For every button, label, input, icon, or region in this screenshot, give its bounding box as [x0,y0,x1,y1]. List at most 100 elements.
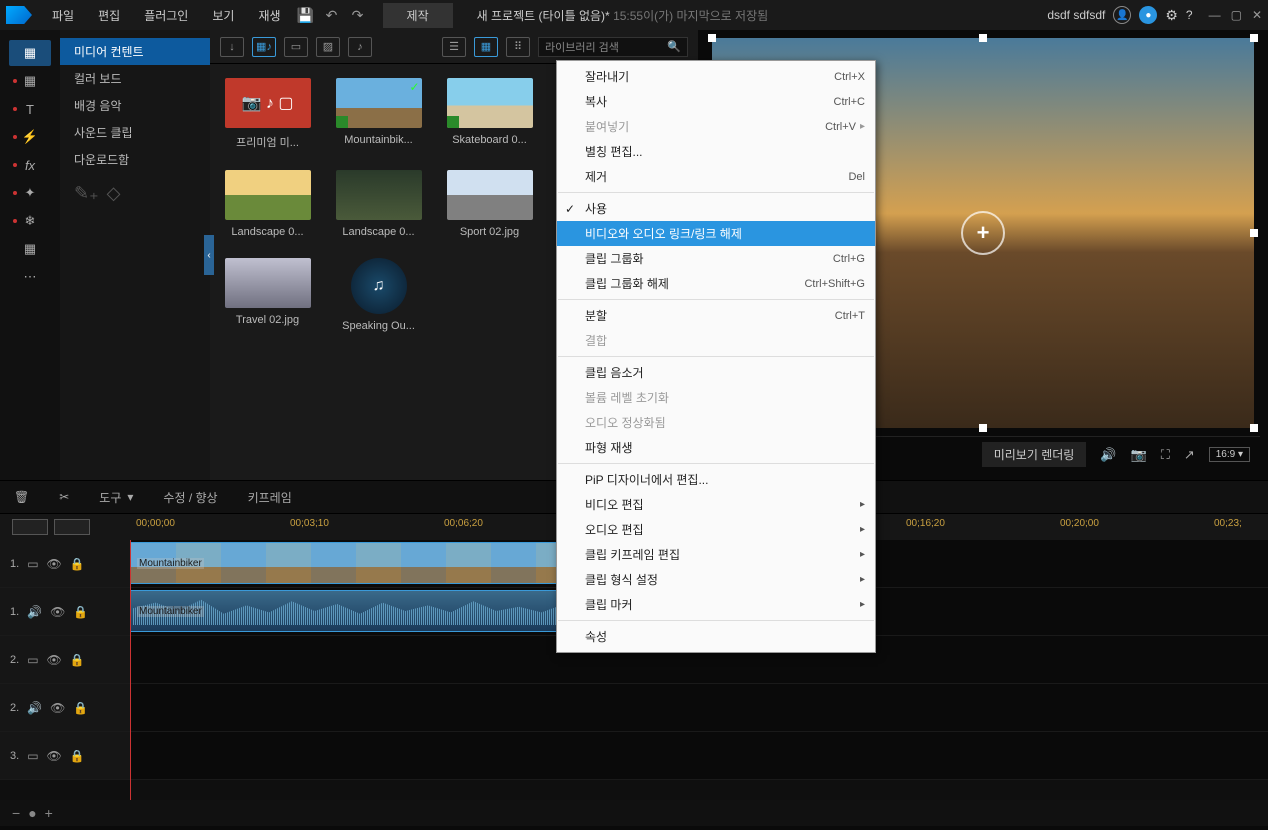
track-header[interactable]: 1. ▭ 👁 🔒 [0,540,130,587]
media-filter-icon[interactable]: ▦♪ [252,37,276,57]
fix-enhance-button[interactable]: 수정 / 향상 [163,489,217,506]
track-header[interactable]: 1. 🔊 👁 🔒 [0,588,130,635]
settings-icon[interactable]: ⚙ [1165,7,1178,24]
lib-bg-music[interactable]: 배경 음악 [60,92,210,119]
lock-icon[interactable]: 🔒 [73,605,88,619]
resize-handle[interactable] [979,34,987,42]
snapshot-icon[interactable]: 📷 [1131,447,1147,463]
ctx-alias[interactable]: 별칭 편집... [557,139,875,164]
visibility-icon[interactable]: 👁 [50,605,65,619]
lib-sound-clip[interactable]: 사운드 클립 [60,119,210,146]
track-header[interactable]: 3. ▭ 👁 🔒 [0,732,130,779]
lib-color-board[interactable]: 컬러 보드 [60,65,210,92]
lib-download[interactable]: 다운로드함 [60,146,210,173]
lock-icon[interactable]: 🔒 [70,749,85,763]
list-view-icon[interactable]: ☰ [442,37,466,57]
ctx-use[interactable]: ✓사용 [557,196,875,221]
zoom-slider[interactable]: ● [28,805,36,821]
media-room-tab[interactable]: ▦ [9,40,51,66]
title-tab[interactable]: T [9,96,51,122]
media-thumb[interactable]: ♫Speaking Ou... [331,258,426,332]
volume-icon[interactable]: 🔊 [1100,447,1116,463]
maximize-icon[interactable]: ▢ [1231,8,1242,22]
lib-media-content[interactable]: 미디어 컨텐트 [60,38,210,65]
video-filter-icon[interactable]: ▭ [284,37,308,57]
fx-tab[interactable]: fx [9,152,51,178]
redo-icon[interactable]: ↷ [347,4,369,26]
ctx-ungroup[interactable]: 클립 그룹화 해제Ctrl+Shift+G [557,271,875,296]
ruler-btn-1[interactable] [12,519,48,535]
ctx-remove[interactable]: 제거Del [557,164,875,189]
ctx-audio-edit[interactable]: 오디오 편집▸ [557,517,875,542]
ruler-btn-2[interactable] [54,519,90,535]
ctx-unlink[interactable]: 비디오와 오디오 링크/링크 해제 [557,221,875,246]
move-handle-icon[interactable]: + [961,211,1005,255]
ctx-pip[interactable]: PiP 디자이너에서 편집... [557,467,875,492]
media-thumb[interactable]: 📷 ♪ ▢프리미엄 미... [220,78,315,150]
lock-icon[interactable]: 🔒 [70,653,85,667]
menu-plugin[interactable]: 플러그인 [134,3,198,28]
grid-view-icon[interactable]: ▦ [474,37,498,57]
audio-clip[interactable]: Mountainbiker [130,590,590,632]
aspect-ratio-dropdown[interactable]: 16:9 ▾ [1209,447,1250,462]
menu-edit[interactable]: 편집 [88,3,130,28]
track-header[interactable]: 2. ▭ 👁 🔒 [0,636,130,683]
resize-handle[interactable] [708,34,716,42]
cut-icon[interactable]: ✂ [59,490,69,504]
video-clip[interactable]: Mountainbiker [130,542,590,584]
visibility-icon[interactable]: 👁 [47,749,62,763]
save-icon[interactable]: 💾 [295,4,317,26]
ctx-cut[interactable]: 잘라내기Ctrl+X [557,64,875,89]
audio-filter-icon[interactable]: ♪ [348,37,372,57]
tools-dropdown[interactable]: 도구 ▾ [99,489,133,506]
image-filter-icon[interactable]: ▨ [316,37,340,57]
render-preview-button[interactable]: 미리보기 렌더링 [982,442,1087,467]
resize-handle[interactable] [1250,424,1258,432]
undo-icon[interactable]: ↶ [321,4,343,26]
media-thumb[interactable]: Landscape 0... [220,170,315,238]
ctx-waveform[interactable]: 파형 재생 [557,435,875,460]
visibility-icon[interactable]: 👁 [47,653,62,667]
minimize-icon[interactable]: — [1209,8,1221,22]
trash-icon[interactable]: 🗑 [14,490,29,504]
ctx-clip-format[interactable]: 클립 형식 설정▸ [557,567,875,592]
resize-handle[interactable] [1250,34,1258,42]
zoom-out-icon[interactable]: − [12,805,20,821]
overlay-tab[interactable]: ✦ [9,180,51,206]
particle-tab[interactable]: ❄ [9,208,51,234]
search-input[interactable]: 라이브러리 검색 🔍 [538,37,688,57]
ctx-video-edit[interactable]: 비디오 편집▸ [557,492,875,517]
ctx-mute[interactable]: 클립 음소거 [557,360,875,385]
eraser-icon[interactable]: ◇ [107,183,121,204]
pencil-add-icon[interactable]: ✎₊ [74,183,99,204]
ctx-clip-marker[interactable]: 클립 마커▸ [557,592,875,617]
media-thumb[interactable]: Travel 02.jpg [220,258,315,332]
media-thumb[interactable]: Landscape 0... [331,170,426,238]
ctx-properties[interactable]: 속성 [557,624,875,649]
lock-icon[interactable]: 🔒 [73,701,88,715]
collapse-tab[interactable]: ‹ [204,235,214,275]
resize-handle[interactable] [979,424,987,432]
dots-tab[interactable]: ⋯ [9,264,51,290]
produce-button[interactable]: 제작 [383,3,453,28]
ctx-split[interactable]: 분할Ctrl+T [557,303,875,328]
more-view-icon[interactable]: ⠿ [506,37,530,57]
media-thumb[interactable]: ✓Mountainbik... [331,78,426,150]
color-board-tab[interactable]: ▦ [9,68,51,94]
more-tab[interactable]: ▦ [9,236,51,262]
resize-handle[interactable] [1250,229,1258,237]
menu-view[interactable]: 보기 [202,3,244,28]
menu-play[interactable]: 재생 [248,3,290,28]
popup-icon[interactable]: ↗ [1184,447,1195,463]
lock-icon[interactable]: 🔒 [70,557,85,571]
visibility-icon[interactable]: 👁 [47,557,62,571]
zoom-in-icon[interactable]: + [45,805,53,821]
user-icon[interactable]: 👤 [1113,6,1131,24]
media-thumb[interactable]: Skateboard 0... [442,78,537,150]
ctx-group[interactable]: 클립 그룹화Ctrl+G [557,246,875,271]
fullscreen-icon[interactable]: ⛶ [1161,447,1170,463]
ctx-keyframe-edit[interactable]: 클립 키프레임 편집▸ [557,542,875,567]
transition-tab[interactable]: ⚡ [9,124,51,150]
menu-file[interactable]: 파일 [42,3,84,28]
playhead[interactable] [130,540,131,800]
